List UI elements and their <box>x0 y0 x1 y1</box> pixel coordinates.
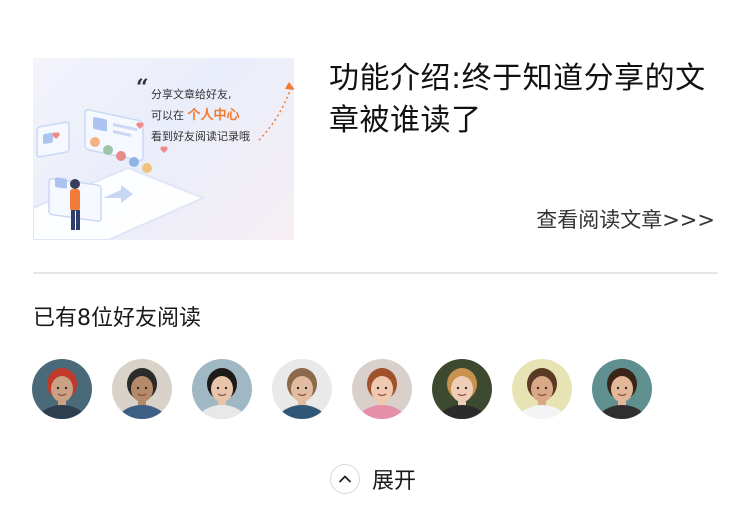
article-title[interactable]: 功能介绍:终于知道分享的文章被谁读了 <box>329 58 719 142</box>
view-article-link[interactable]: 查看阅读文章>>> <box>536 204 715 234</box>
reader-avatar[interactable] <box>432 359 492 419</box>
caption-line-1: 分享文章给好友, <box>151 88 232 101</box>
readers-count-title: 已有8位好友阅读 <box>33 306 201 331</box>
chevron-up-icon[interactable] <box>330 464 360 494</box>
caption-line-2-prefix: 可以在 <box>151 109 184 122</box>
reader-avatar[interactable] <box>592 359 652 419</box>
reader-avatar[interactable] <box>512 359 572 419</box>
expand-button[interactable]: 展开 <box>330 462 416 496</box>
quote-mark: “ <box>136 75 149 101</box>
thumbnail-caption: “ 分享文章给好友, 可以在 个人中心 看到好友阅读记录哦 <box>136 77 291 147</box>
reader-avatar[interactable] <box>352 359 412 419</box>
reader-avatar[interactable] <box>112 359 172 419</box>
article-card[interactable]: “ 分享文章给好友, 可以在 个人中心 看到好友阅读记录哦 功能介绍:终于知道分… <box>33 58 718 240</box>
reader-avatar-list <box>32 359 652 419</box>
article-thumbnail[interactable]: “ 分享文章给好友, 可以在 个人中心 看到好友阅读记录哦 <box>33 58 294 240</box>
caption-line-3: 看到好友阅读记录哦 <box>151 130 250 143</box>
reader-avatar[interactable] <box>192 359 252 419</box>
reader-avatar[interactable] <box>32 359 92 419</box>
caption-line-2: 可以在 个人中心 <box>151 105 291 126</box>
caption-highlight: 个人中心 <box>187 108 240 123</box>
expand-label[interactable]: 展开 <box>372 463 416 495</box>
divider <box>33 272 718 274</box>
reader-avatar[interactable] <box>272 359 332 419</box>
